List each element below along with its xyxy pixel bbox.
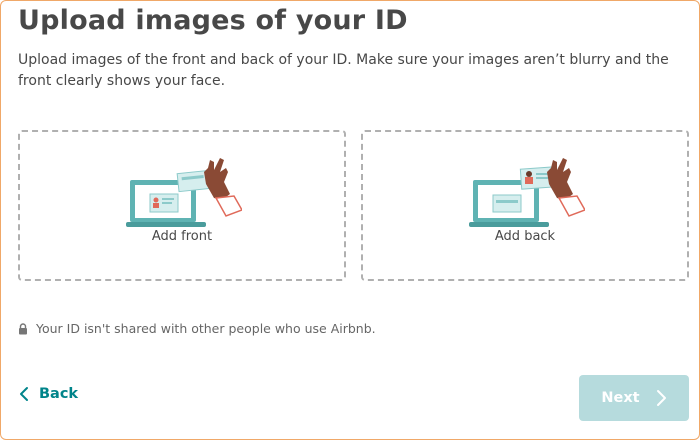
back-label: Back [39, 386, 79, 402]
privacy-text: Your ID isn't shared with other people w… [36, 321, 376, 336]
dialog-frame: Upload images of your ID Upload images o… [0, 0, 700, 440]
lock-icon [19, 322, 27, 334]
next-button[interactable]: Next [579, 375, 689, 421]
next-label: Next [601, 390, 640, 406]
add-back-upload-area[interactable]: Add back [361, 130, 689, 281]
add-back-label: Add back [494, 229, 556, 244]
page-description: Upload images of the front and back of y… [18, 52, 669, 89]
id-back-illustration-icon [469, 158, 585, 227]
page-title: Upload images of your ID [18, 5, 408, 36]
add-front-label: Add front [151, 229, 213, 244]
add-front-upload-area[interactable]: Add front [18, 130, 346, 281]
privacy-note: Your ID isn't shared with other people w… [18, 321, 376, 336]
back-button[interactable]: Back [19, 386, 78, 402]
id-front-illustration-icon [126, 158, 242, 227]
chevron-left-icon [20, 387, 28, 401]
chevron-right-icon [656, 390, 666, 406]
